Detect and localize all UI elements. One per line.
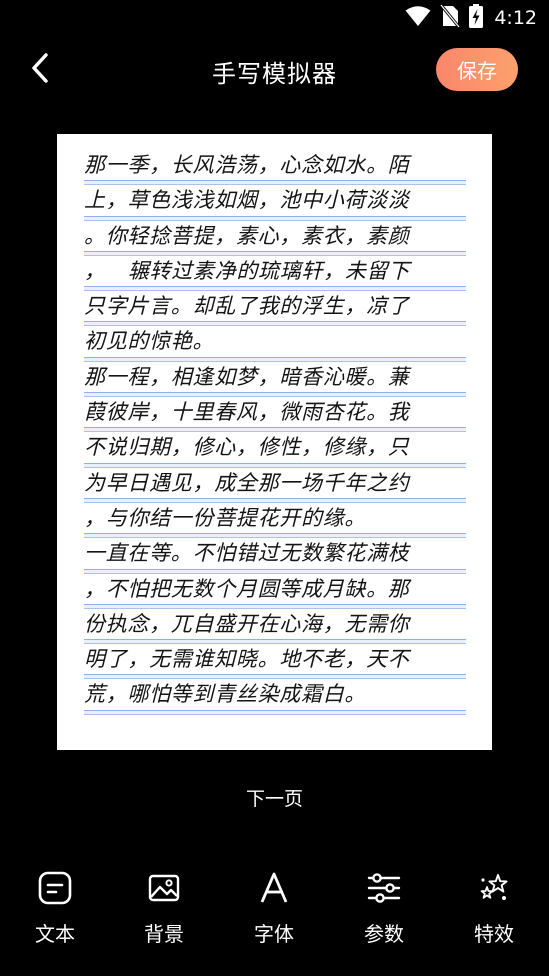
tool-background[interactable]: 背景 (119, 866, 209, 950)
handwriting-text-area: 那一季，长风浩荡，心念如水。陌 上，草色浅浅如烟，池中小荷淡淡 。你轻捻菩提，素… (84, 150, 466, 715)
handwriting-line: 不说归期，修心，修性，修缘，只 (84, 432, 466, 468)
handwriting-line: ，不怕把无数个月圆等成月缺。那 (84, 574, 466, 609)
tool-text-label: 文本 (35, 922, 75, 946)
handwriting-line: 为早日遇见，成全那一场千年之约 (84, 468, 466, 503)
battery-charging-icon (469, 4, 484, 32)
status-icons: 4:12 (405, 4, 537, 32)
status-time: 4:12 (494, 7, 537, 29)
tool-params[interactable]: 参数 (339, 866, 429, 950)
text-box-icon (10, 866, 100, 910)
app-header: 手写模拟器 保存 (0, 40, 549, 100)
handwriting-line: 那一程，相逢如梦，暗香沁暖。蒹 (84, 362, 466, 398)
handwriting-line: 份执念，兀自盛开在心海，无需你 (84, 609, 466, 645)
image-icon (119, 866, 209, 910)
wifi-icon (405, 5, 431, 31)
tool-font[interactable]: 字体 (229, 866, 319, 950)
tool-effects[interactable]: 特效 (449, 866, 539, 950)
font-a-icon (229, 866, 319, 910)
tool-background-label: 背景 (144, 922, 184, 946)
handwriting-line: 一直在等。不怕错过无数繁花满枝 (84, 538, 466, 574)
no-sim-icon (440, 4, 461, 32)
handwriting-line: ， 辗转过素净的琉璃轩，未留下 (84, 256, 466, 292)
bottom-toolbar: 文本 背景 字体 参数 特效 (0, 866, 549, 956)
tool-effects-label: 特效 (474, 922, 514, 946)
handwriting-line: 明了，无需谁知晓。地不老，天不 (84, 644, 466, 680)
handwriting-line: ，与你结一份菩提花开的缘。 (84, 503, 466, 539)
handwriting-line: 上，草色浅浅如烟，池中小荷淡淡 (84, 185, 466, 221)
sparkle-stars-icon (449, 866, 539, 910)
handwriting-line: 只字片言。却乱了我的浮生，凉了 (84, 291, 466, 327)
handwriting-line: 。你轻捻菩提，素心，素衣，素颜 (84, 221, 466, 256)
tool-params-label: 参数 (364, 922, 404, 946)
handwriting-preview-page: 那一季，长风浩荡，心念如水。陌 上，草色浅浅如烟，池中小荷淡淡 。你轻捻菩提，素… (57, 134, 492, 750)
save-button[interactable]: 保存 (436, 48, 518, 91)
handwriting-line: 荒，哪怕等到青丝染成霜白。 (84, 679, 466, 715)
sliders-icon (339, 866, 429, 910)
next-page-button[interactable]: 下一页 (0, 784, 549, 811)
status-bar: 4:12 (0, 0, 549, 36)
handwriting-line: 那一季，长风浩荡，心念如水。陌 (84, 150, 466, 186)
handwriting-line: 葭彼岸，十里春风，微雨杏花。我 (84, 397, 466, 433)
tool-font-label: 字体 (254, 922, 294, 946)
tool-text[interactable]: 文本 (10, 866, 100, 950)
handwriting-line: 初见的惊艳。 (84, 326, 466, 362)
